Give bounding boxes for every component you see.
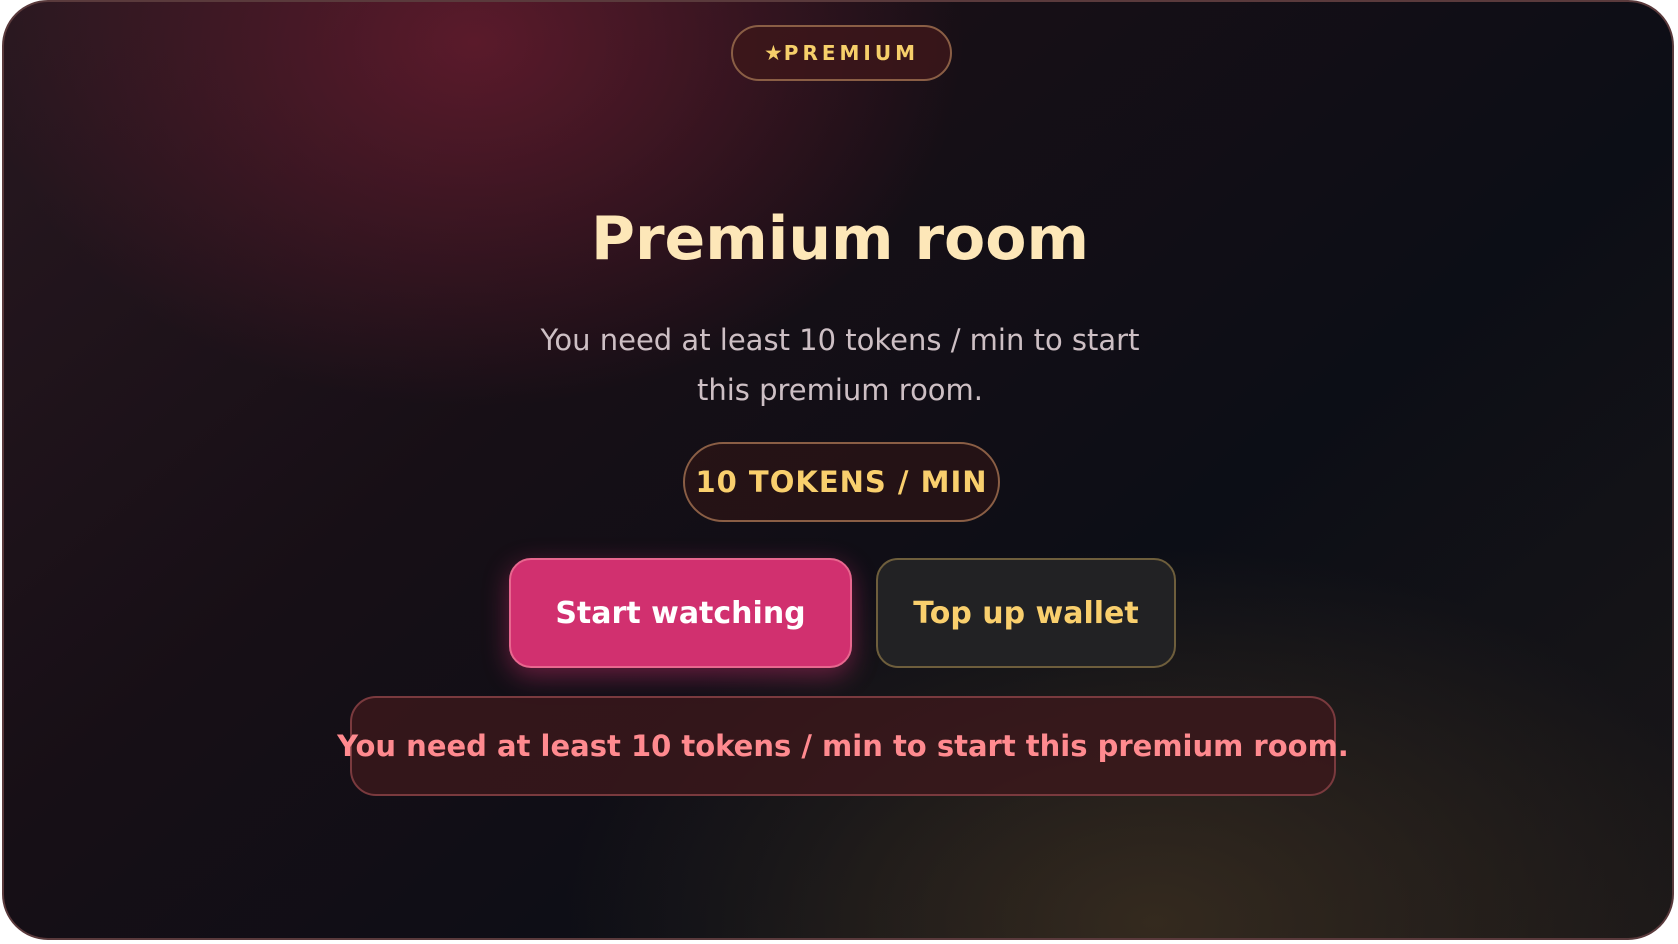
error-message-box: You need at least 10 tokens / min to sta… <box>337 696 1349 796</box>
page-title: Premium room <box>590 204 1090 274</box>
error-message: You need at least 10 tokens / min to sta… <box>337 729 1349 763</box>
room-description: You need at least 10 tokens / min to sta… <box>540 323 1140 407</box>
premium-badge: ★ PREMIUM <box>731 25 952 81</box>
token-rate-pill: 10 TOKENS / MIN <box>683 442 1000 522</box>
premium-room-card: ★ PREMIUM Premium room You need at least… <box>2 0 1674 940</box>
top-up-wallet-label: Top up wallet <box>913 595 1139 631</box>
premium-badge-label: PREMIUM <box>783 41 920 65</box>
start-watching-label: Start watching <box>555 595 806 631</box>
top-up-wallet-button[interactable]: Top up wallet <box>876 558 1176 668</box>
token-rate-label: 10 TOKENS / MIN <box>695 465 988 499</box>
start-watching-button[interactable]: Start watching <box>509 558 852 668</box>
star-icon: ★ <box>763 41 783 65</box>
